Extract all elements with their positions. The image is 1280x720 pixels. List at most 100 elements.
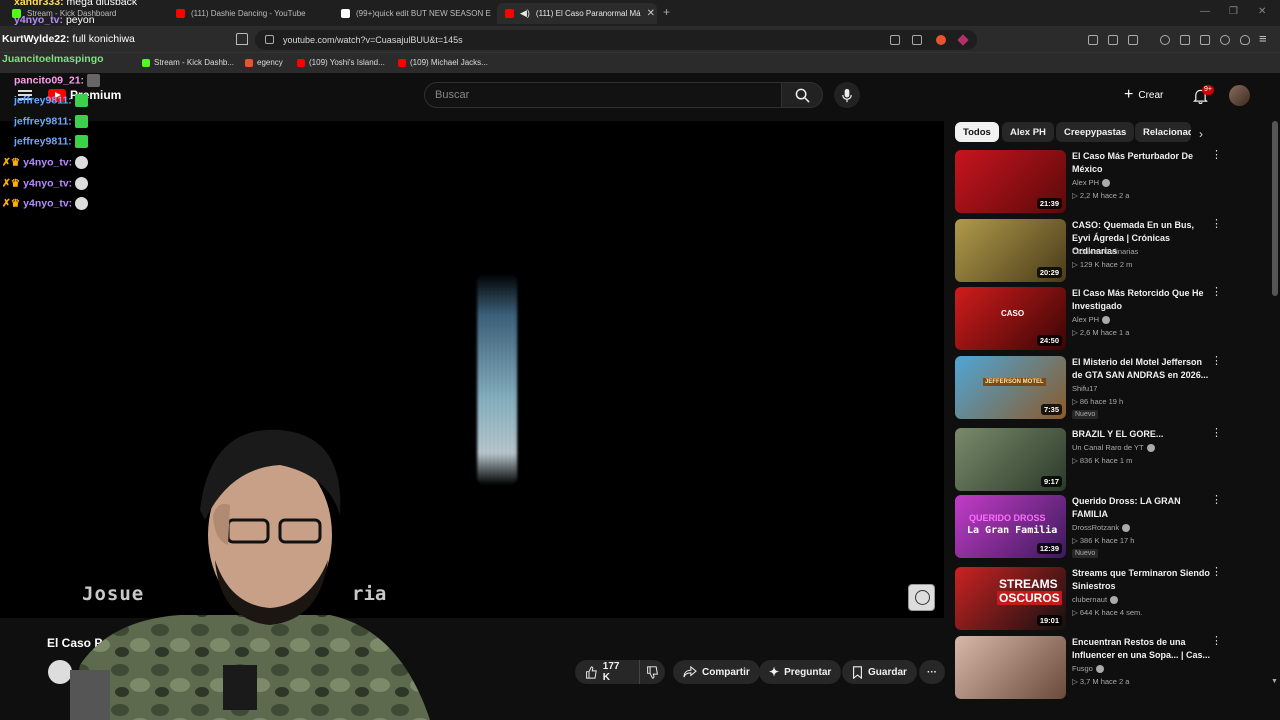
channel-name[interactable]: Alex PH (1072, 178, 1111, 188)
voice-search-button[interactable] (834, 82, 860, 108)
site-info-icon[interactable] (265, 35, 274, 44)
chat-username: pancito09_21: (14, 74, 85, 87)
duration-badge: 12:39 (1036, 543, 1062, 554)
minimize-icon[interactable]: — (1200, 6, 1210, 17)
bookmark-item[interactable]: (109) Yoshi's Island... (297, 58, 385, 67)
thumbnail-text: OSCUROS (997, 591, 1062, 605)
view-stats: ▷ 3,7 M hace 2 a (1072, 677, 1130, 686)
brave-shields-icon[interactable] (936, 35, 946, 45)
video-thumbnail[interactable]: 24:50 CASO (955, 287, 1066, 350)
more-options-icon[interactable]: ⋮ (1211, 287, 1222, 298)
puzzle-icon[interactable] (1108, 35, 1118, 45)
search-button[interactable] (781, 82, 823, 108)
channel-name-text: Shifu17 (1072, 384, 1098, 393)
recommendation-title[interactable]: BRAZIL Y EL GORE... (1072, 428, 1212, 441)
save-button[interactable]: Guardar (842, 660, 917, 684)
create-button[interactable]: + Crear (1124, 84, 1163, 106)
more-options-icon[interactable]: ⋮ (1211, 636, 1222, 647)
video-thumbnail[interactable]: 12:39 QUERIDO DROSS La Gran Familia (955, 495, 1066, 558)
bookmark-item[interactable]: (109) Michael Jacks... (398, 58, 488, 67)
video-thumbnail[interactable] (955, 636, 1066, 699)
chat-message: jeffrey9811: (14, 94, 88, 107)
recommendation-title[interactable]: El Caso Más Perturbador De México (1072, 150, 1212, 176)
channel-watermark-icon[interactable] (908, 584, 935, 611)
browser-tab[interactable]: (111) Dashie Dancing - YouTube (168, 3, 330, 24)
video-thumbnail[interactable]: 9:17 (955, 428, 1066, 491)
chip-todos[interactable]: Todos (955, 122, 999, 142)
recommendation-card[interactable]: 19:01 STREAMS OSCUROS Streams que Terminaro… (955, 567, 1230, 633)
close-window-icon[interactable]: ✕ (1258, 6, 1266, 17)
recommendation-card[interactable]: 9:17 BRAZIL Y EL GORE... Un Canal Raro de … (955, 428, 1230, 494)
recommendation-card[interactable]: 24:50 CASO El Caso Más Retorcido Que He In… (955, 287, 1230, 353)
youtube-favicon-icon (176, 9, 185, 18)
chip-creepypastas[interactable]: Creepypastas (1056, 122, 1135, 142)
media-icon[interactable] (1160, 35, 1170, 45)
cast-icon[interactable] (890, 35, 900, 45)
close-tab-icon[interactable]: ✕ (647, 8, 655, 19)
more-options-icon[interactable]: ⋮ (1211, 428, 1222, 439)
ask-button[interactable]: ✦ Preguntar (759, 660, 842, 684)
screenshot-icon[interactable] (1128, 35, 1138, 45)
more-options-icon[interactable]: ⋮ (1211, 356, 1222, 367)
video-thumbnail[interactable]: 21:39 (955, 150, 1066, 213)
search-input[interactable]: Buscar (424, 82, 782, 108)
recommendation-title[interactable]: Encuentran Restos de una Influencer en u… (1072, 636, 1212, 662)
recommendation-card[interactable]: 7:35 JEFFERSON MOTEL El Misterio del Motel… (955, 356, 1230, 422)
video-thumbnail[interactable]: 20:29 (955, 219, 1066, 282)
video-thumbnail[interactable]: 7:35 JEFFERSON MOTEL (955, 356, 1066, 419)
channel-name[interactable]: Alex PH (1072, 315, 1111, 325)
verified-check-icon (1110, 596, 1119, 605)
channel-name[interactable]: Shifu17 (1072, 384, 1097, 393)
scrollbar[interactable] (1272, 121, 1278, 296)
recommendation-card[interactable]: Encuentran Restos de una Influencer en u… (955, 636, 1230, 702)
new-tab-button[interactable]: + (663, 5, 670, 19)
maximize-icon[interactable]: ❐ (1229, 6, 1238, 17)
bookmark-icon[interactable] (236, 33, 248, 45)
channel-avatar[interactable] (48, 660, 72, 684)
like-button[interactable]: 177 K (575, 660, 639, 684)
channel-name[interactable]: Un Canal Raro de YT (1072, 443, 1155, 453)
chat-message: ✗♛ y4nyo_tv: (2, 197, 89, 210)
scroll-down-icon[interactable]: ▼ (1271, 678, 1278, 685)
recommendation-title[interactable]: El Caso Más Retorcido Que He Investigado (1072, 287, 1212, 313)
kick-icon (142, 58, 150, 67)
recommendation-title[interactable]: El Misterio del Motel Jefferson de GTA S… (1072, 356, 1212, 382)
recommendation-card[interactable]: 20:29 CASO: Quemada En un Bus, Eyvi Ágred… (955, 219, 1230, 285)
recommendation-title[interactable]: Querido Dross: LA GRAN FAMILIA (1072, 495, 1212, 521)
extension-icon[interactable] (1088, 35, 1098, 45)
channel-name[interactable]: Fusgo (1072, 664, 1104, 674)
vpn-icon[interactable] (1240, 35, 1250, 45)
channel-name[interactable]: clubernaut (1072, 595, 1119, 605)
browser-tab[interactable]: (99+)quick edit BUT NEW SEASON E (333, 3, 495, 24)
address-bar[interactable]: youtube.com/watch?v=CuasajulBUU&t=145s (255, 30, 977, 50)
chevron-right-icon[interactable]: › (1199, 127, 1203, 141)
account-avatar[interactable] (1229, 85, 1250, 106)
more-options-icon[interactable]: ⋮ (1211, 567, 1222, 578)
bookmark-item[interactable]: Stream - Kick Dashb... (142, 58, 234, 67)
leo-ai-icon[interactable] (1220, 35, 1230, 45)
chip-alex-ph[interactable]: Alex PH (1002, 122, 1054, 142)
dislike-button[interactable] (639, 660, 665, 684)
recommendation-card[interactable]: 12:39 QUERIDO DROSS La Gran Familia Querido… (955, 495, 1230, 561)
chip-relacionados[interactable]: Relacionad (1135, 122, 1191, 142)
more-options-icon[interactable]: ⋮ (1211, 495, 1222, 506)
share-icon[interactable] (912, 35, 922, 45)
channel-name-text: DrossRotzank (1072, 523, 1120, 532)
search-icon (795, 88, 810, 103)
wallet-icon[interactable] (1200, 35, 1210, 45)
more-options-icon[interactable]: ⋮ (1211, 219, 1222, 230)
menu-icon[interactable]: ≡ (1259, 31, 1267, 46)
recommendation-title[interactable]: Streams que Terminaron Siendo Siniestros (1072, 567, 1212, 593)
channel-name[interactable]: DrossRotzank (1072, 523, 1131, 533)
more-options-icon[interactable]: ⋮ (1211, 150, 1222, 161)
video-thumbnail[interactable]: 19:01 STREAMS OSCUROS (955, 567, 1066, 630)
sidebar-icon[interactable] (1180, 35, 1190, 45)
more-actions-button[interactable]: ··· (919, 660, 945, 684)
channel-name[interactable]: Crónicas Ordinarias (1072, 247, 1138, 256)
share-button[interactable]: Compartir (673, 660, 760, 684)
browser-tab-active[interactable]: ◀) (111) El Caso Paranormal Má ✕ (497, 3, 657, 24)
verified-check-icon (1102, 316, 1111, 325)
recommendation-card[interactable]: 21:39 El Caso Más Perturbador De México Al… (955, 150, 1230, 216)
bookmark-item[interactable]: egency (245, 58, 283, 67)
chat-username: jeffrey9811: (14, 94, 72, 107)
